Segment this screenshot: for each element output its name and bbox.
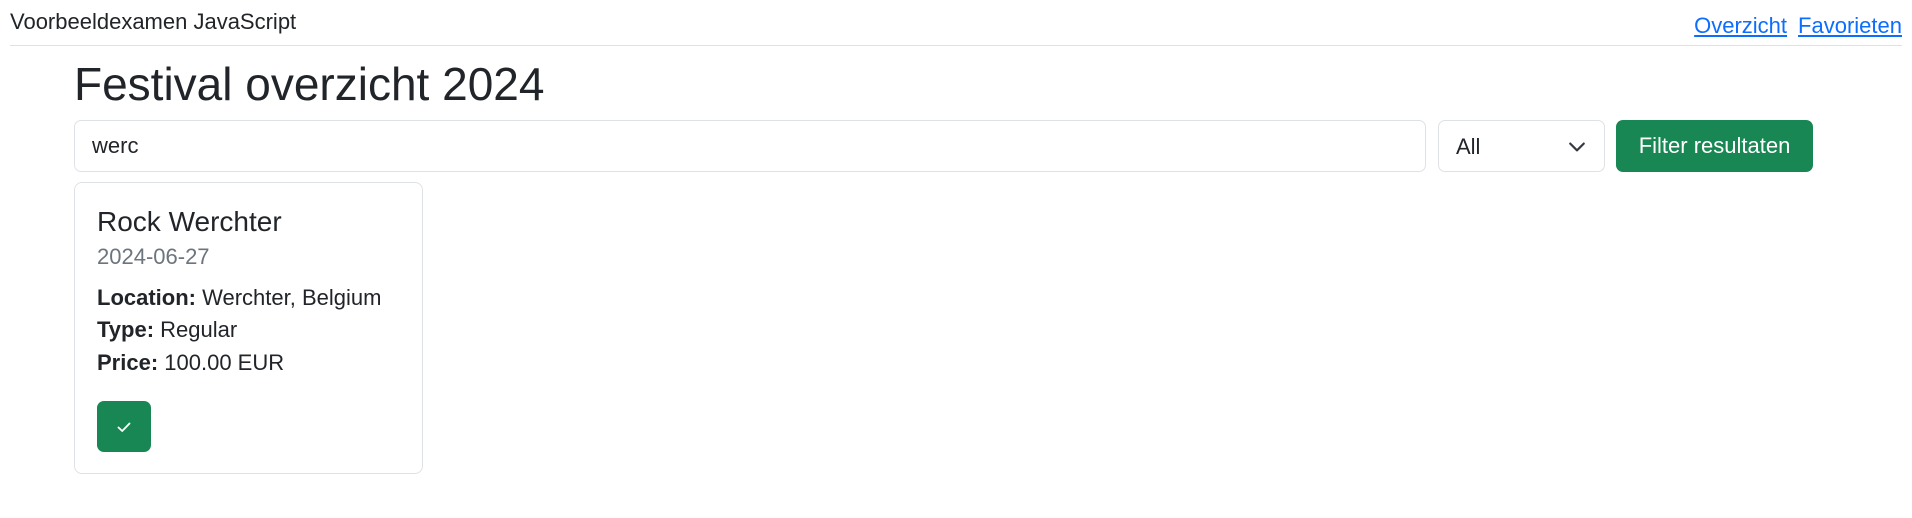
type-select-value: All [1456, 134, 1481, 159]
top-navbar: Voorbeeldexamen JavaScript Overzicht Fav… [10, 0, 1902, 46]
type-value: Regular [160, 317, 238, 342]
type-label: Type: [97, 317, 155, 342]
search-input[interactable] [74, 120, 1426, 172]
festival-name: Rock Werchter [97, 206, 282, 237]
filter-results-button[interactable]: Filter resultaten [1616, 120, 1813, 172]
location-label: Location: [97, 285, 196, 310]
nav-link-favorieten[interactable]: Favorieten [1798, 13, 1902, 39]
festival-card: Rock Werchter 2024-06-27 Location: Werch… [74, 182, 423, 474]
nav-link-overzicht[interactable]: Overzicht [1694, 13, 1787, 39]
nav-links: Overzicht Favorieten [1694, 13, 1902, 39]
price-value: 100.00 EUR [164, 350, 285, 375]
festival-type: Type: Regular [97, 316, 237, 344]
price-label: Price: [97, 350, 159, 375]
festival-location: Location: Werchter, Belgium [97, 284, 381, 312]
chevron-down-icon [1569, 142, 1585, 152]
type-select[interactable]: All [1438, 120, 1605, 172]
page-title: Festival overzicht 2024 [74, 58, 545, 110]
check-icon [117, 422, 131, 432]
favorite-toggle-button[interactable] [97, 401, 151, 452]
location-value: Werchter, Belgium [202, 285, 382, 310]
festival-price: Price: 100.00 EUR [97, 349, 284, 377]
app-title: Voorbeeldexamen JavaScript [10, 9, 297, 34]
festival-date: 2024-06-27 [97, 244, 210, 269]
